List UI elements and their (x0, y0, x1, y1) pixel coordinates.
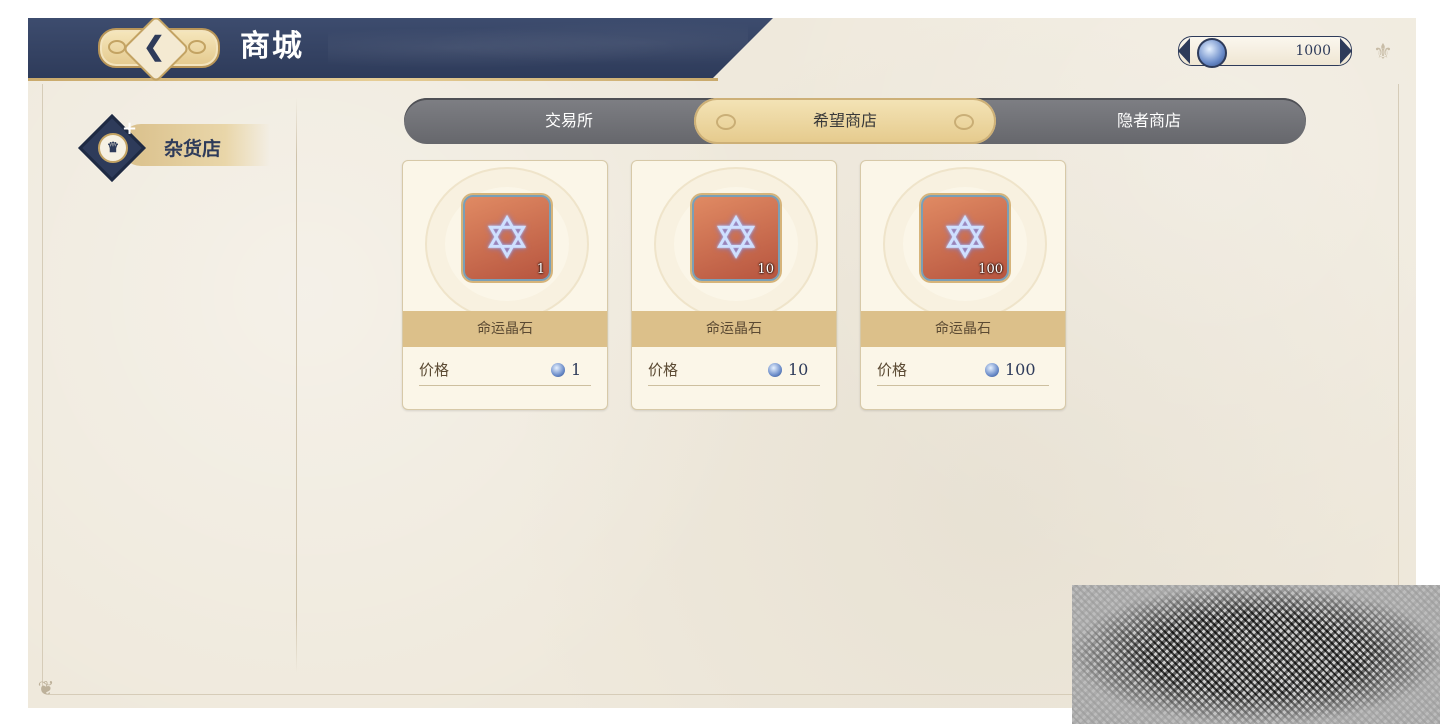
header-pattern (328, 22, 748, 74)
shop-tabs: 交易所 希望商店 隐者商店 (404, 98, 1306, 144)
sidebar-item-label: 杂货店 (164, 138, 222, 160)
crystal-coin-icon (768, 363, 782, 377)
item-quantity: 100 (978, 262, 1003, 277)
price-value: 100 (1005, 360, 1036, 379)
product-card[interactable]: ✡ 10 命运晶石 价格 10 (631, 160, 837, 410)
price-label: 价格 (419, 361, 450, 379)
header-gold-edge (28, 78, 718, 81)
product-name: 命运晶石 (861, 311, 1065, 347)
product-name: 命运晶石 (632, 311, 836, 347)
product-card[interactable]: ✡ 1 命运晶石 价格 1 (402, 160, 608, 410)
price-row: 价格 1 (419, 355, 591, 386)
price-value: 10 (788, 360, 809, 379)
qr-code-vignette (1072, 585, 1440, 724)
item-quantity: 10 (757, 262, 774, 277)
item-icon-frame: ✡ 1 (463, 195, 551, 281)
back-button[interactable]: ❮ (88, 18, 226, 83)
corner-ornament-icon: ❦ (37, 676, 55, 700)
ornament-icon (188, 40, 206, 54)
currency-display: 1000 (1178, 36, 1352, 68)
tab-hermit-shop[interactable]: 隐者商店 (1014, 98, 1284, 144)
crystal-coin-icon (1197, 38, 1227, 68)
tab-label: 希望商店 (812, 111, 877, 130)
currency-cap-left (1178, 38, 1190, 64)
sidebar-divider (296, 98, 297, 673)
product-card[interactable]: ✡ 100 命运晶石 价格 100 (860, 160, 1066, 410)
tab-label: 交易所 (544, 111, 593, 130)
tab-label: 隐者商店 (1116, 111, 1181, 130)
back-arrow-icon: ❮ (143, 32, 165, 62)
price-value: 1 (571, 360, 582, 379)
price-row: 价格 100 (877, 355, 1049, 386)
price-row: 价格 10 (648, 355, 820, 386)
item-icon-frame: ✡ 10 (692, 195, 780, 281)
product-name: 命运晶石 (403, 311, 607, 347)
corner-close-icon[interactable]: ⚜ (1370, 40, 1396, 66)
tab-hope-shop[interactable]: 希望商店 (694, 98, 996, 144)
plus-icon: + (122, 118, 138, 139)
crystal-coin-icon (551, 363, 565, 377)
currency-cap-right (1340, 38, 1352, 64)
item-quantity: 1 (536, 262, 545, 277)
page-title: 商城 (240, 29, 304, 64)
price-label: 价格 (877, 361, 908, 379)
price-label: 价格 (648, 361, 679, 379)
crystal-coin-icon (985, 363, 999, 377)
tab-exchange[interactable]: 交易所 (434, 98, 704, 144)
ornament-icon (716, 114, 736, 130)
sidebar-item-grocery[interactable]: ♛ + 杂货店 (78, 114, 286, 182)
item-icon-frame: ✡ 100 (921, 195, 1009, 281)
ornament-icon (954, 114, 974, 130)
currency-amount: 1000 (1295, 43, 1331, 59)
